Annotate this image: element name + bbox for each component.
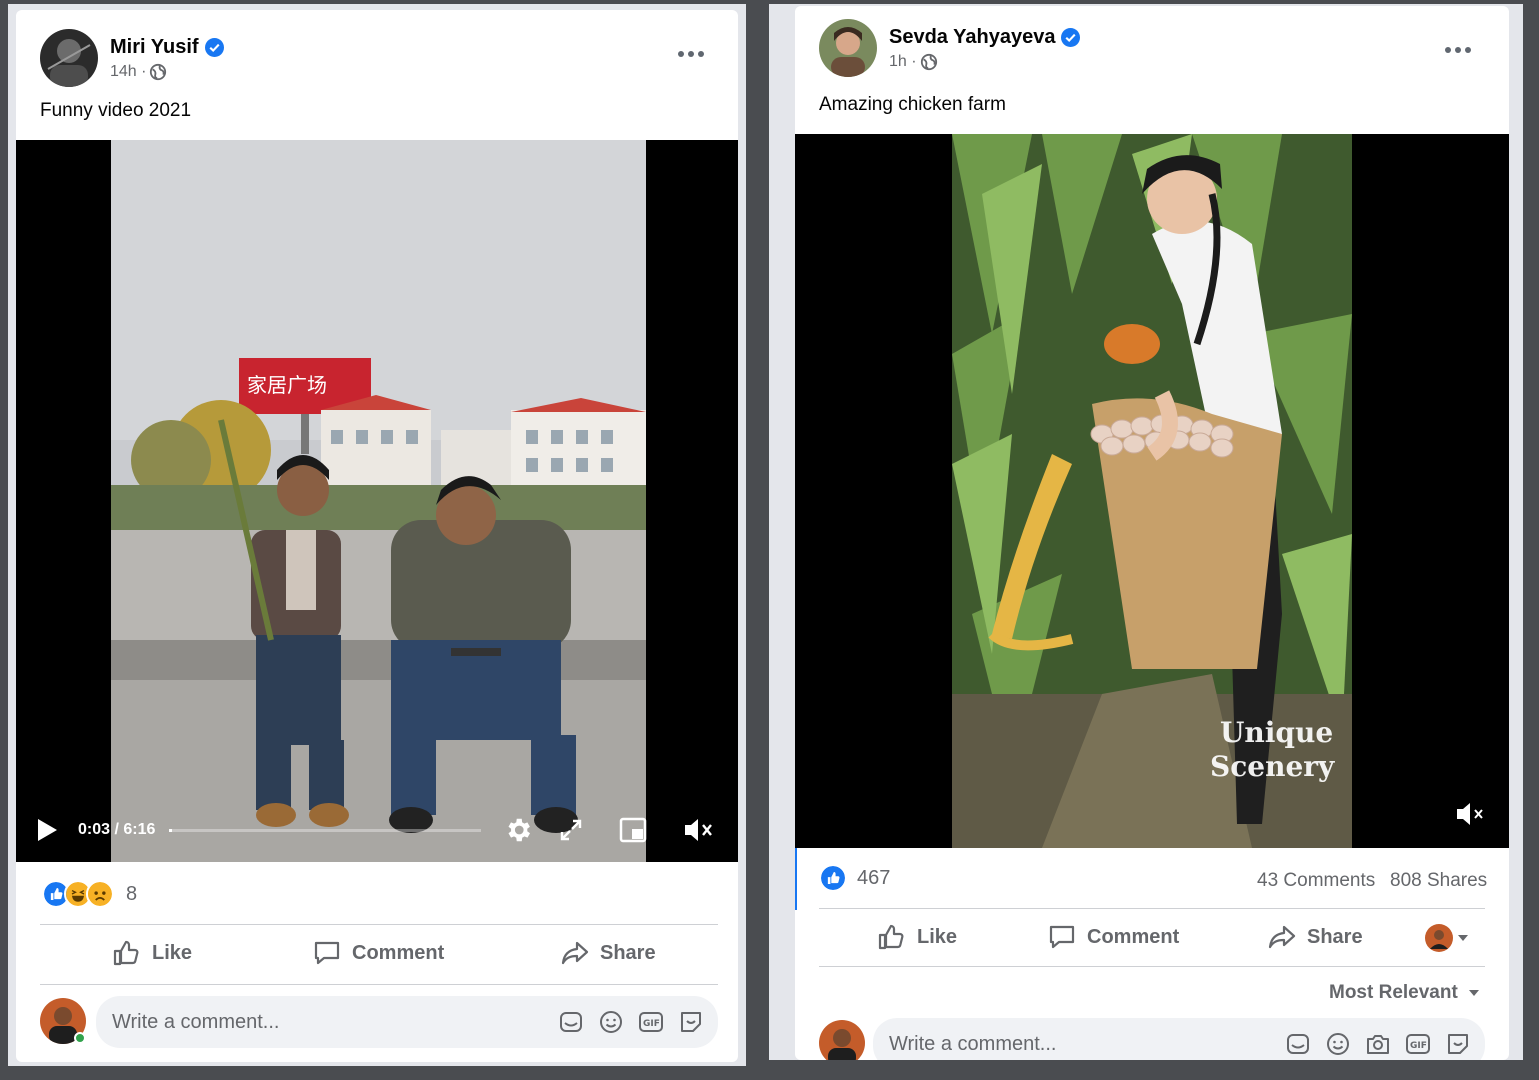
globe-icon — [150, 63, 167, 80]
video-frame: 家居广场 — [111, 140, 646, 862]
current-user-avatar[interactable] — [819, 1020, 865, 1060]
video-player[interactable]: 家居广场 0:03 / 6:16 — [16, 140, 738, 862]
mute-icon[interactable] — [1455, 800, 1485, 828]
avatar-sticker-icon[interactable] — [558, 1009, 584, 1035]
post-time[interactable]: 14h · — [110, 63, 146, 81]
gif-icon[interactable]: GIF — [1405, 1031, 1431, 1057]
mute-icon[interactable] — [683, 816, 713, 844]
share-button[interactable]: Share — [1267, 922, 1363, 952]
divider — [40, 924, 718, 925]
sad-reaction-icon — [86, 880, 114, 908]
more-options-icon[interactable] — [676, 44, 716, 68]
focus-accent-bar — [795, 848, 797, 910]
watermark-line2: Scenery — [1210, 750, 1335, 783]
video-controls: 0:03 / 6:16 — [16, 798, 738, 862]
post-header: Miri Yusif 14h · — [40, 28, 224, 88]
like-count: 467 — [857, 866, 891, 889]
reaction-summary[interactable]: 467 — [819, 864, 890, 892]
comment-button[interactable]: Comment — [312, 938, 444, 968]
thumbs-up-icon — [113, 940, 139, 966]
shares-count[interactable]: 808 Shares — [1390, 870, 1487, 892]
video-time: 0:03 / 6:16 — [78, 821, 156, 838]
like-button[interactable]: Like — [112, 938, 192, 968]
author-name[interactable]: Sevda Yahyayeva — [889, 26, 1055, 49]
video-progress-bar[interactable] — [169, 828, 482, 832]
reaction-count: 8 — [126, 882, 138, 905]
video-player[interactable]: Unique Scenery — [795, 134, 1509, 848]
fullscreen-expand-icon[interactable] — [559, 818, 583, 842]
sticker-icon[interactable] — [678, 1009, 704, 1035]
comment-placeholder: Write a comment... — [889, 1032, 1057, 1055]
picture-in-picture-icon[interactable] — [619, 817, 647, 843]
comment-bubble-icon — [1049, 925, 1075, 949]
post-time[interactable]: 1h · — [889, 53, 917, 71]
like-reaction-icon — [819, 864, 847, 892]
comments-count[interactable]: 43 Comments — [1257, 870, 1375, 892]
online-status-indicator — [74, 1032, 86, 1044]
comment-bubble-icon — [314, 941, 340, 965]
svg-text:GIF: GIF — [1410, 1041, 1427, 1051]
comment-input[interactable]: Write a comment... GIF — [873, 1018, 1485, 1060]
watermark-line1: Unique — [1220, 716, 1333, 749]
reaction-summary[interactable]: 8 — [42, 880, 137, 908]
share-arrow-icon — [561, 941, 589, 965]
emoji-icon[interactable] — [1325, 1031, 1351, 1057]
settings-gear-icon[interactable] — [503, 815, 533, 845]
more-options-icon[interactable] — [1443, 40, 1483, 64]
divider — [40, 984, 718, 985]
post-text: Funny video 2021 — [40, 100, 192, 121]
author-avatar[interactable] — [40, 29, 98, 87]
video-frame: Unique Scenery — [952, 134, 1352, 848]
divider — [819, 908, 1485, 909]
share-arrow-icon — [1268, 925, 1296, 949]
verified-badge-icon — [1061, 27, 1081, 47]
comment-input[interactable]: Write a comment... GIF — [96, 996, 718, 1048]
comment-placeholder: Write a comment... — [112, 1010, 280, 1033]
author-avatar[interactable] — [819, 19, 877, 77]
globe-icon — [920, 53, 937, 70]
camera-icon[interactable] — [1365, 1031, 1391, 1057]
comment-sort-dropdown[interactable]: Most Relevant — [1329, 982, 1480, 1004]
divider — [819, 966, 1485, 967]
post-card-left: Miri Yusif 14h · Funny video 2021 家居广场 0… — [16, 10, 738, 1062]
chevron-down-icon — [1458, 935, 1468, 941]
post-header: Sevda Yahyayeva 1h · — [819, 18, 1081, 78]
chevron-down-icon — [1468, 990, 1479, 996]
like-button[interactable]: Like — [877, 922, 957, 952]
sort-label: Most Relevant — [1329, 982, 1458, 1003]
sticker-icon[interactable] — [1445, 1031, 1471, 1057]
current-user-small-avatar — [1425, 924, 1453, 952]
comment-button[interactable]: Comment — [1047, 922, 1179, 952]
gif-icon[interactable]: GIF — [638, 1009, 664, 1035]
post-text: Amazing chicken farm — [819, 94, 1006, 115]
billboard-text: 家居广场 — [247, 373, 327, 397]
emoji-icon[interactable] — [598, 1009, 624, 1035]
author-name[interactable]: Miri Yusif — [110, 36, 199, 59]
post-as-selector[interactable] — [1425, 924, 1469, 952]
video-progress-fill — [169, 828, 172, 832]
svg-text:GIF: GIF — [643, 1019, 660, 1029]
post-card-right: Sevda Yahyayeva 1h · Amazing chicken far… — [795, 6, 1509, 1060]
share-button[interactable]: Share — [560, 938, 656, 968]
play-icon[interactable] — [36, 818, 58, 842]
verified-badge-icon — [204, 37, 224, 57]
thumbs-up-icon — [878, 924, 904, 950]
avatar-sticker-icon[interactable] — [1285, 1031, 1311, 1057]
